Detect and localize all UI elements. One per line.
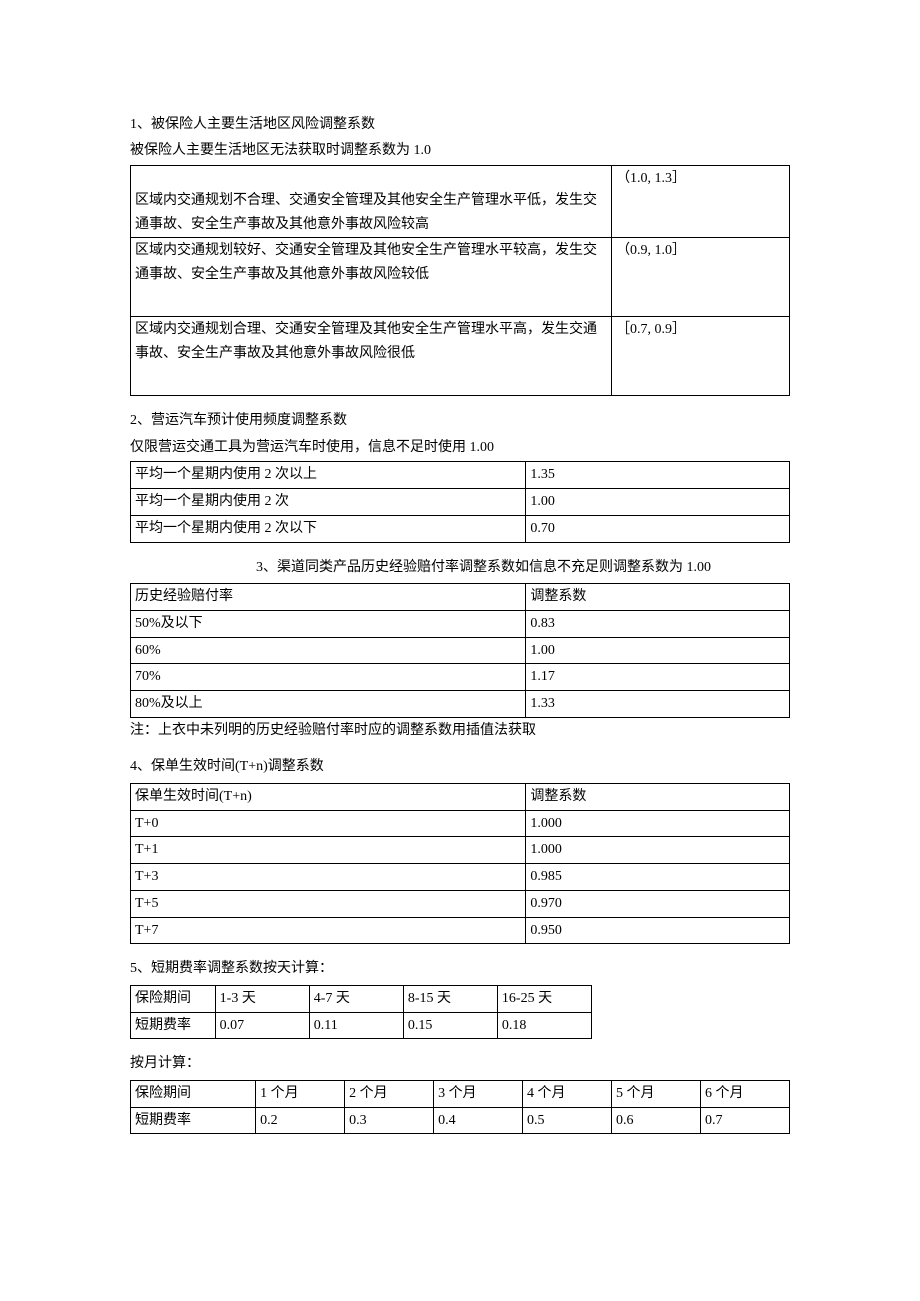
table-row: 平均一个星期内使用 2 次以上 1.35 [131, 462, 790, 489]
cell-col2: 0.970 [526, 890, 790, 917]
header-cell: 保险期间 [131, 985, 216, 1012]
cell-col1: T+7 [131, 917, 526, 944]
cell-col2: 0.83 [526, 610, 790, 637]
header-cell: 5 个月 [612, 1080, 701, 1107]
cell-value: 0.6 [612, 1107, 701, 1134]
table-row: 区域内交通规划不合理、交通安全管理及其他安全生产管理水平低，发生交通事故、安全生… [131, 165, 790, 238]
header-cell: 1-3 天 [215, 985, 309, 1012]
header-col1: 保单生效时间(T+n) [131, 783, 526, 810]
cell-value: 1.35 [526, 462, 790, 489]
cell-col1: T+3 [131, 864, 526, 891]
row-label: 短期费率 [131, 1107, 256, 1134]
cell-value: 0.4 [434, 1107, 523, 1134]
table-row: 保险期间 1 个月 2 个月 3 个月 4 个月 5 个月 6 个月 [131, 1080, 790, 1107]
cell-col2: 0.985 [526, 864, 790, 891]
table-region-risk: 区域内交通规划不合理、交通安全管理及其他安全生产管理水平低，发生交通事故、安全生… [130, 165, 790, 397]
cell-desc: 区域内交通规划不合理、交通安全管理及其他安全生产管理水平低，发生交通事故、安全生… [135, 193, 597, 232]
header-cell: 3 个月 [434, 1080, 523, 1107]
table-loss-ratio: 历史经验赔付率 调整系数 50%及以下 0.83 60% 1.00 70% 1.… [130, 583, 790, 718]
section5-title: 5、短期费率调整系数按天计算： [130, 958, 790, 980]
section3-title: 3、渠道同类产品历史经验赔付率调整系数如信息不充足则调整系数为 1.00 [130, 557, 790, 579]
cell-value: 0.7 [700, 1107, 789, 1134]
cell-col2: 1.000 [526, 810, 790, 837]
cell-col2: 1.000 [526, 837, 790, 864]
cell-col1: 60% [131, 637, 526, 664]
row-label: 短期费率 [131, 1012, 216, 1039]
table-row: 平均一个星期内使用 2 次 1.00 [131, 488, 790, 515]
cell-value: 0.70 [526, 515, 790, 542]
cell-desc: 平均一个星期内使用 2 次以上 [131, 462, 526, 489]
table-row: T+5 0.970 [131, 890, 790, 917]
cell-col1: T+0 [131, 810, 526, 837]
cell-col1: T+1 [131, 837, 526, 864]
header-col1: 历史经验赔付率 [131, 583, 526, 610]
header-cell: 1 个月 [256, 1080, 345, 1107]
table-effective-time: 保单生效时间(T+n) 调整系数 T+0 1.000 T+1 1.000 T+3… [130, 783, 790, 945]
table-row: 平均一个星期内使用 2 次以下 0.70 [131, 515, 790, 542]
table-row: 50%及以下 0.83 [131, 610, 790, 637]
section2-title: 2、营运汽车预计使用频度调整系数 [130, 410, 790, 432]
table-row: T+0 1.000 [131, 810, 790, 837]
table-row: 保险期间 1-3 天 4-7 天 8-15 天 16-25 天 [131, 985, 592, 1012]
table-row: T+1 1.000 [131, 837, 790, 864]
cell-desc: 区域内交通规划较好、交通安全管理及其他安全生产管理水平较高，发生交通事故、安全生… [135, 243, 597, 282]
table-row: 保单生效时间(T+n) 调整系数 [131, 783, 790, 810]
header-cell: 8-15 天 [403, 985, 497, 1012]
section3-note: 注：上衣中未列明的历史经验赔付率时应的调整系数用插值法获取 [130, 720, 790, 742]
header-cell: 4 个月 [523, 1080, 612, 1107]
section1-title: 1、被保险人主要生活地区风险调整系数 [130, 114, 790, 136]
cell-value: 0.07 [215, 1012, 309, 1039]
table-vehicle-frequency: 平均一个星期内使用 2 次以上 1.35 平均一个星期内使用 2 次 1.00 … [130, 461, 790, 542]
table-short-rate-months: 保险期间 1 个月 2 个月 3 个月 4 个月 5 个月 6 个月 短期费率 … [130, 1080, 790, 1135]
cell-desc: 平均一个星期内使用 2 次以下 [131, 515, 526, 542]
table-row: 60% 1.00 [131, 637, 790, 664]
cell-col1: 50%及以下 [131, 610, 526, 637]
header-col2: 调整系数 [526, 783, 790, 810]
cell-desc: 平均一个星期内使用 2 次 [131, 488, 526, 515]
table-row: 80%及以上 1.33 [131, 691, 790, 718]
cell-col2: 1.00 [526, 637, 790, 664]
cell-value: 0.2 [256, 1107, 345, 1134]
cell-desc: 区域内交通规划合理、交通安全管理及其他安全生产管理水平高，发生交通事故、安全生产… [135, 322, 597, 361]
table-row: 区域内交通规划合理、交通安全管理及其他安全生产管理水平高，发生交通事故、安全生产… [131, 317, 790, 396]
table-row: 历史经验赔付率 调整系数 [131, 583, 790, 610]
table-row: T+7 0.950 [131, 917, 790, 944]
cell-col2: 1.33 [526, 691, 790, 718]
cell-value: 0.15 [403, 1012, 497, 1039]
cell-value: （1.0, 1.3］ [612, 165, 790, 238]
header-cell: 4-7 天 [309, 985, 403, 1012]
cell-col1: 80%及以上 [131, 691, 526, 718]
cell-value: （0.9, 1.0］ [612, 238, 790, 317]
section1-subtitle: 被保险人主要生活地区无法获取时调整系数为 1.0 [130, 140, 790, 162]
section2-subtitle: 仅限营运交通工具为营运汽车时使用，信息不足时使用 1.00 [130, 437, 790, 459]
cell-value: ［0.7, 0.9］ [612, 317, 790, 396]
header-cell: 2 个月 [345, 1080, 434, 1107]
table-row: 区域内交通规划较好、交通安全管理及其他安全生产管理水平较高，发生交通事故、安全生… [131, 238, 790, 317]
table-row: 短期费率 0.07 0.11 0.15 0.18 [131, 1012, 592, 1039]
cell-col1: 70% [131, 664, 526, 691]
header-cell: 保险期间 [131, 1080, 256, 1107]
section4-title: 4、保单生效时间(T+n)调整系数 [130, 756, 790, 778]
section6-title: 按月计算： [130, 1053, 790, 1075]
cell-value: 0.5 [523, 1107, 612, 1134]
cell-col2: 1.17 [526, 664, 790, 691]
header-cell: 6 个月 [700, 1080, 789, 1107]
cell-value: 0.11 [309, 1012, 403, 1039]
header-cell: 16-25 天 [497, 985, 591, 1012]
cell-value: 0.3 [345, 1107, 434, 1134]
table-row: T+3 0.985 [131, 864, 790, 891]
cell-col1: T+5 [131, 890, 526, 917]
cell-col2: 0.950 [526, 917, 790, 944]
table-row: 短期费率 0.2 0.3 0.4 0.5 0.6 0.7 [131, 1107, 790, 1134]
header-col2: 调整系数 [526, 583, 790, 610]
table-short-rate-days: 保险期间 1-3 天 4-7 天 8-15 天 16-25 天 短期费率 0.0… [130, 985, 592, 1040]
cell-value: 1.00 [526, 488, 790, 515]
table-row: 70% 1.17 [131, 664, 790, 691]
cell-value: 0.18 [497, 1012, 591, 1039]
